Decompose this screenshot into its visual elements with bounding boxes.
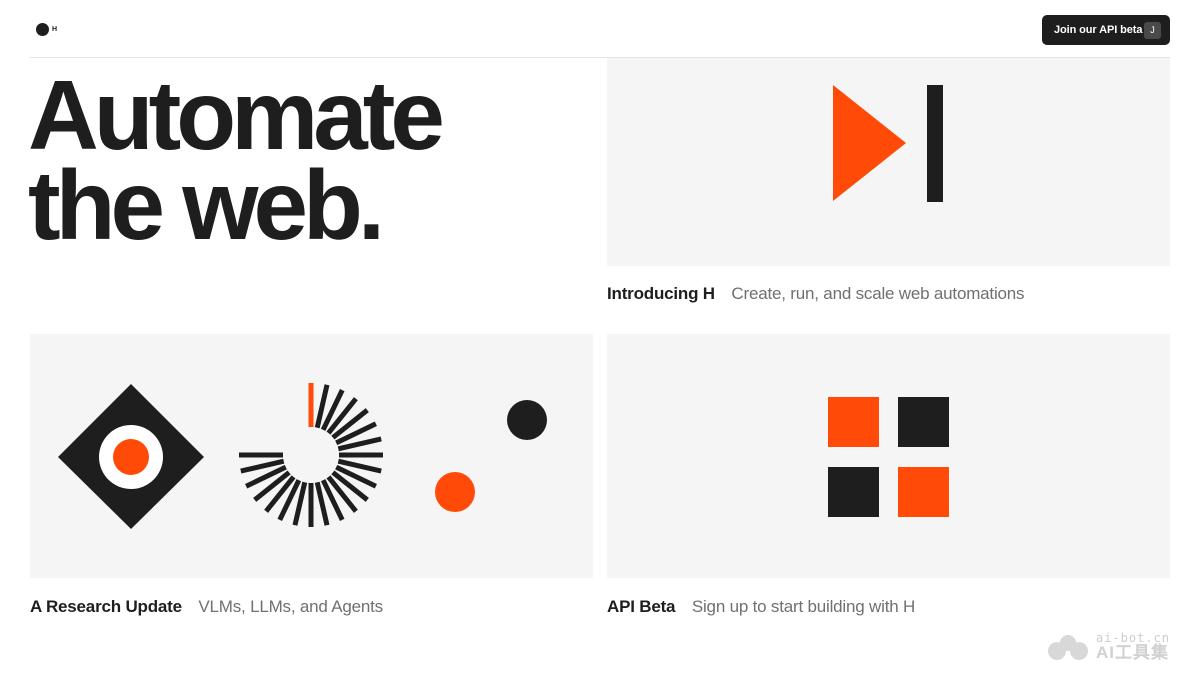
research-illustration [58, 383, 547, 529]
logo-letter: H [52, 26, 58, 33]
dots-icon [435, 400, 547, 512]
hero-line-1: Automate [28, 60, 445, 170]
target-diamond-icon [58, 384, 204, 529]
page: H Join our API beta J Automate the web. … [0, 0, 1200, 675]
watermark-name: AI工具集 [1096, 643, 1169, 662]
card-title: API Beta [607, 597, 676, 616]
logo[interactable]: H [36, 23, 57, 36]
keyboard-shortcut-badge: J [1144, 21, 1161, 39]
radial-loader-icon [239, 383, 383, 527]
card-description: Sign up to start building with H [691, 597, 916, 616]
card-introducing-h-caption[interactable]: Introducing H Create, run, and scale web… [607, 284, 1025, 304]
logo-dot-icon [36, 23, 49, 36]
card-title: A Research Update [30, 597, 182, 616]
watermark: ai-bot.cn AI工具集 [1046, 632, 1170, 661]
card-research-update-image[interactable] [30, 334, 593, 578]
grid-squares-icon [828, 397, 949, 517]
play-next-icon [833, 85, 943, 202]
card-introducing-h-image[interactable] [607, 58, 1170, 266]
card-api-beta-caption[interactable]: API Beta Sign up to start building with … [607, 597, 915, 617]
card-description: VLMs, LLMs, and Agents [198, 597, 383, 616]
card-description: Create, run, and scale web automations [731, 284, 1025, 303]
join-api-beta-button[interactable]: Join our API beta J [1042, 15, 1170, 45]
card-api-beta-image[interactable] [607, 334, 1170, 578]
card-title: Introducing H [607, 284, 715, 303]
hero-line-2: the web. [28, 150, 385, 260]
hero-heading: Automate the web. [28, 60, 588, 260]
join-api-beta-label: Join our API beta [1054, 24, 1143, 36]
watermark-logo-icon [1048, 634, 1088, 660]
card-research-update-caption[interactable]: A Research Update VLMs, LLMs, and Agents [30, 597, 383, 617]
